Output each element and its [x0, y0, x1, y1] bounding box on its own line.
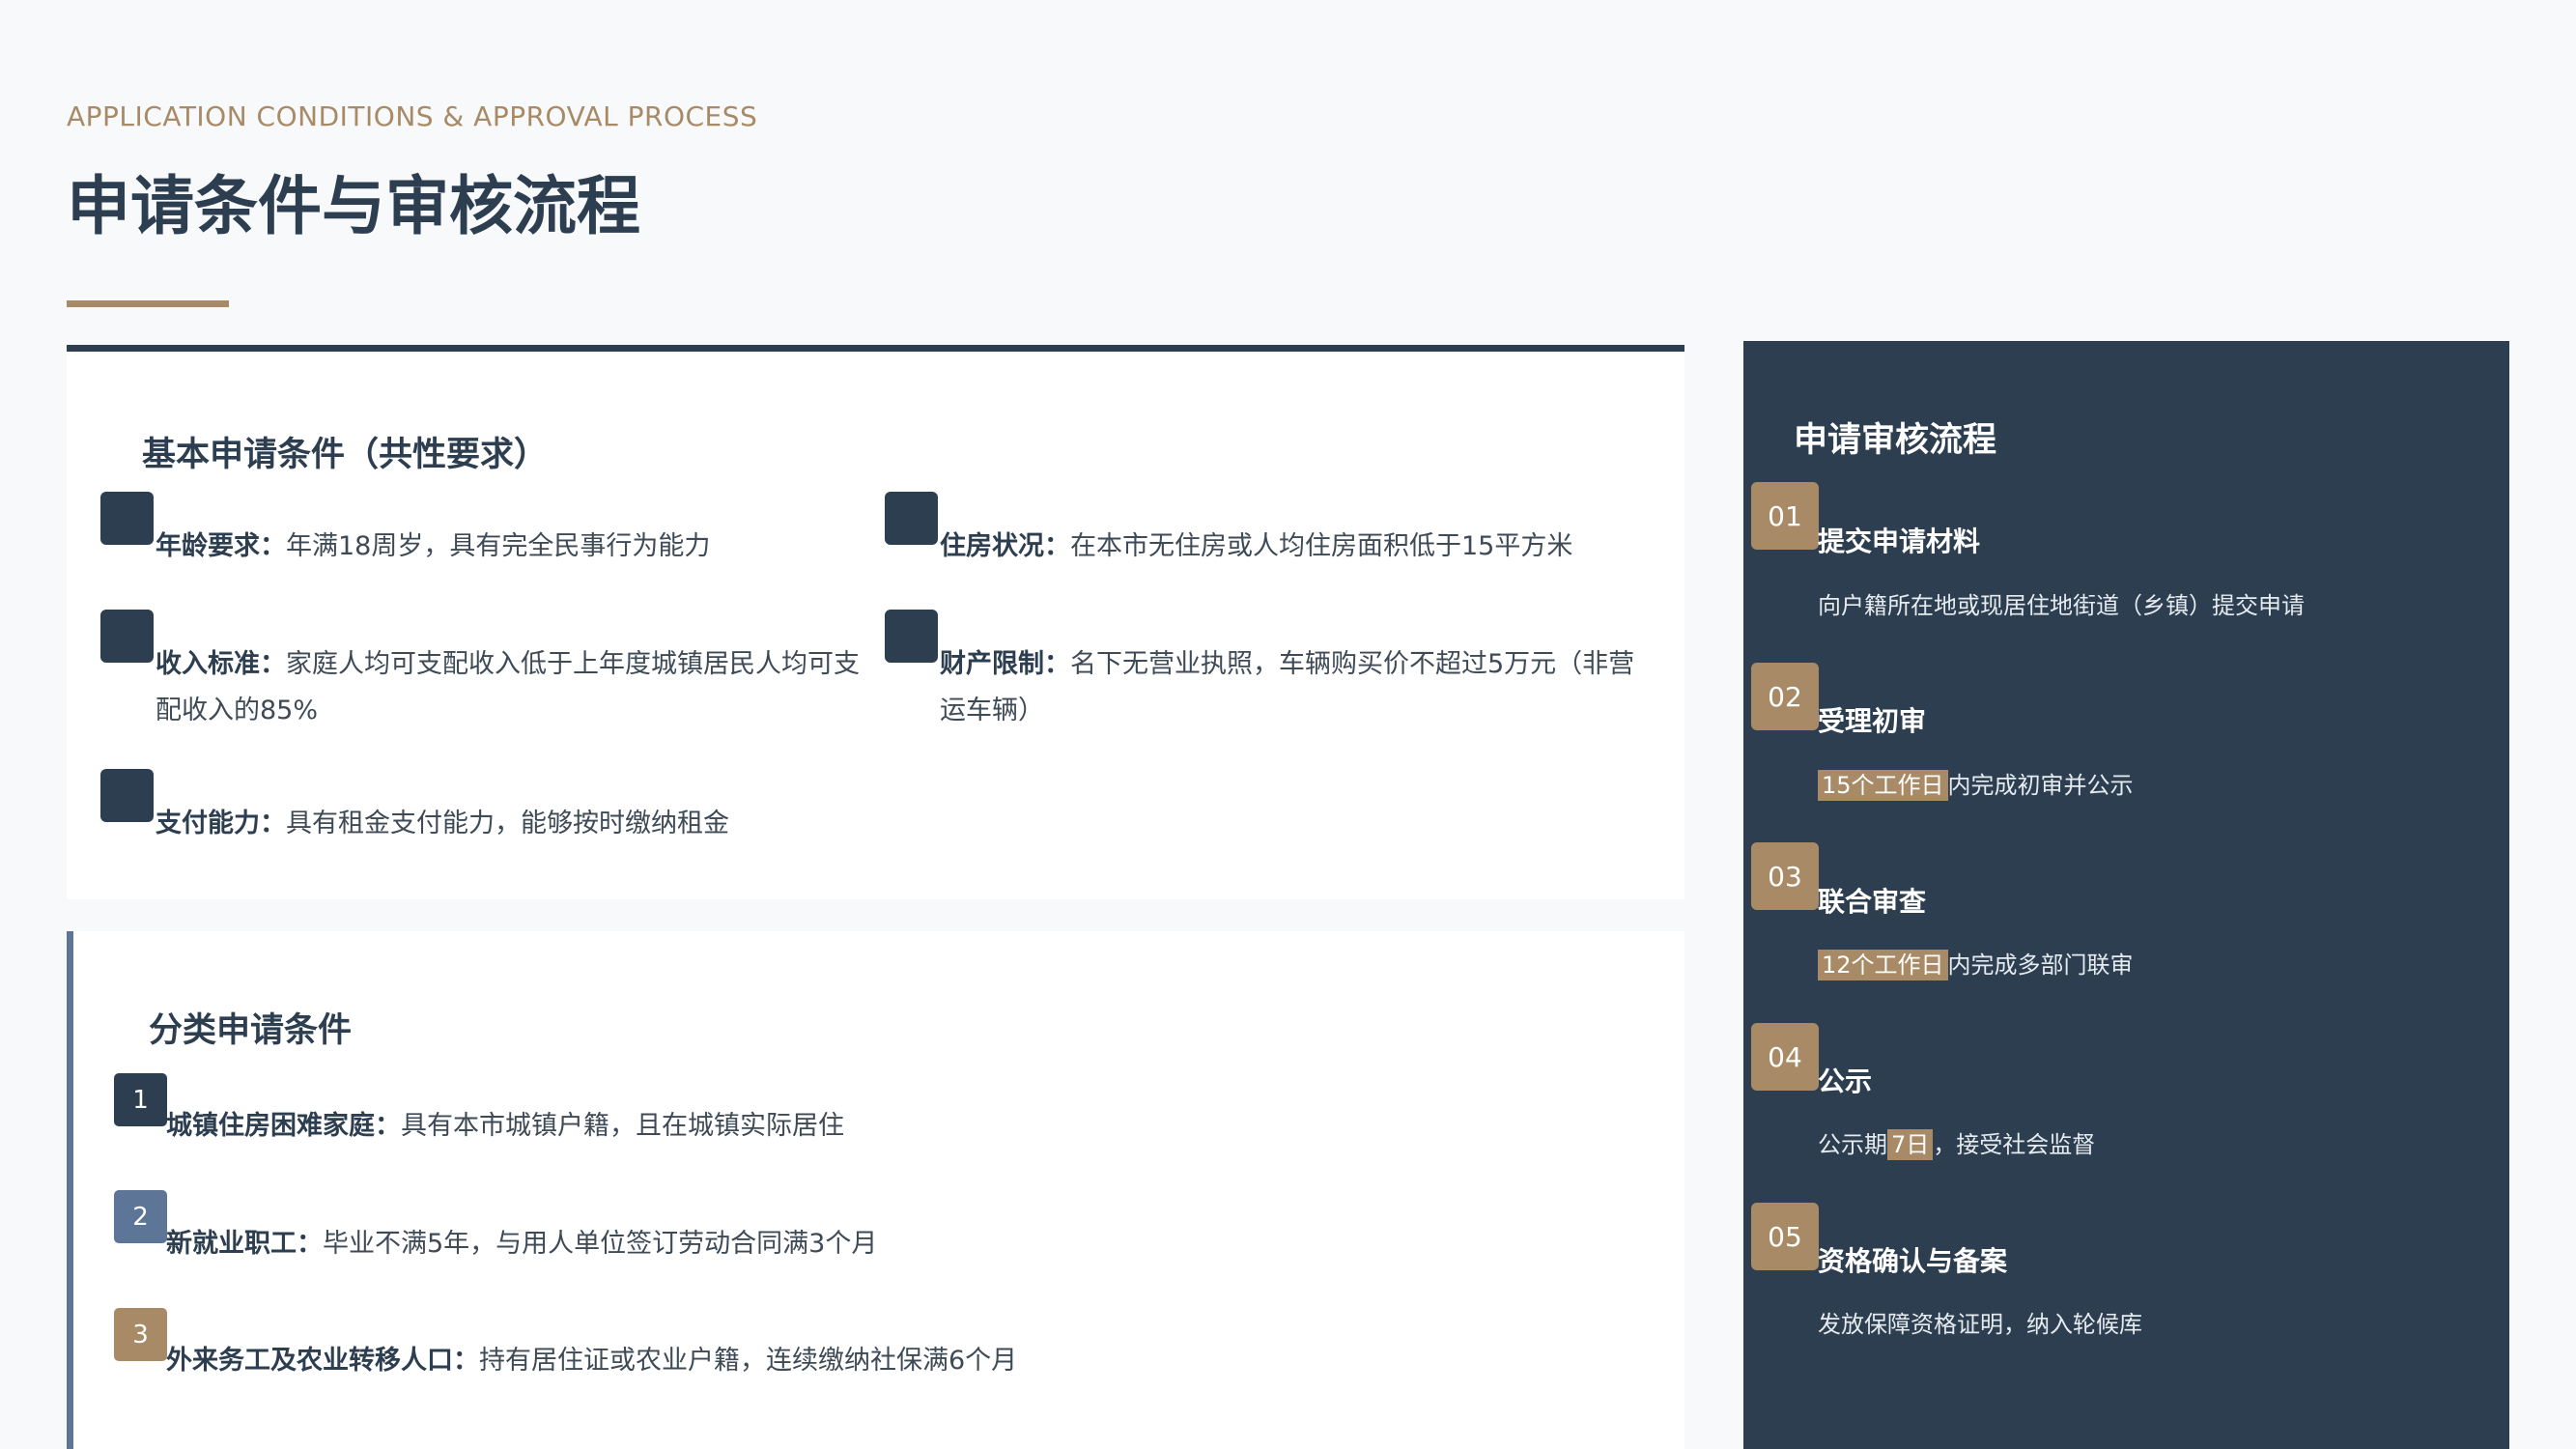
page-title: 申请条件与审核流程	[67, 169, 640, 243]
housing-icon	[885, 492, 938, 545]
category-number-badge: 3	[114, 1308, 167, 1361]
highlight-duration: 7日	[1887, 1129, 1934, 1160]
basic-conditions-heading: 基本申请条件（共性要求）	[142, 436, 549, 474]
highlight-duration: 12个工作日	[1818, 950, 1948, 980]
step-title: 资格确认与备案	[1818, 1245, 2008, 1277]
basic-conditions-card: 基本申请条件（共性要求） 年龄要求：年满18周岁，具有完全民事行为能力 住房状况…	[67, 345, 1684, 899]
category-item: 外来务工及农业转移人口：持有居住证或农业户籍，连续缴纳社保满6个月	[166, 1346, 1018, 1376]
eyebrow-text: APPLICATION CONDITIONS & APPROVAL PROCES…	[67, 100, 758, 132]
category-conditions-card: 分类申请条件 1 城镇住房困难家庭：具有本市城镇户籍，且在城镇实际居住 2 新就…	[67, 931, 1684, 1449]
category-number-badge: 1	[114, 1073, 167, 1126]
category-number-badge: 2	[114, 1190, 167, 1243]
step-description: 15个工作日 内完成初审并公示	[1818, 766, 2134, 801]
slide: APPLICATION CONDITIONS & APPROVAL PROCES…	[0, 0, 2576, 1449]
step-description: 公示期 7日 ，接受社会监督	[1818, 1129, 2096, 1160]
property-icon	[885, 610, 938, 663]
category-conditions-heading: 分类申请条件	[149, 1011, 353, 1050]
payment-icon	[100, 769, 154, 822]
step-description: 发放保障资格证明，纳入轮候库	[1818, 1311, 2142, 1338]
step-title: 联合审查	[1818, 886, 1927, 918]
step-number-badge: 05	[1751, 1203, 1819, 1270]
condition-property: 财产限制：名下无营业执照，车辆购买价不超过5万元（非营运车辆）	[940, 649, 1635, 725]
category-item: 城镇住房困难家庭：具有本市城镇户籍，且在城镇实际居住	[166, 1111, 844, 1141]
age-icon	[100, 492, 154, 545]
step-number-badge: 02	[1751, 663, 1819, 730]
condition-age: 年龄要求：年满18周岁，具有完全民事行为能力	[156, 531, 711, 561]
step-number-badge: 04	[1751, 1023, 1819, 1091]
step-title: 公示	[1818, 1065, 1873, 1097]
title-underline	[67, 300, 229, 307]
process-panel: 申请审核流程 01 提交申请材料 向户籍所在地或现居住地街道（乡镇）提交申请 0…	[1743, 341, 2509, 1449]
step-title: 提交申请材料	[1818, 526, 1981, 557]
condition-payment: 支付能力：具有租金支付能力，能够按时缴纳租金	[156, 809, 729, 838]
condition-housing: 住房状况：在本市无住房或人均住房面积低于15平方米	[940, 531, 1573, 561]
income-icon	[100, 610, 154, 663]
step-number-badge: 03	[1751, 842, 1819, 910]
step-number-badge: 01	[1751, 482, 1819, 550]
step-description: 12个工作日 内完成多部门联审	[1818, 946, 2134, 980]
process-heading: 申请审核流程	[1794, 421, 1997, 460]
step-title: 受理初审	[1818, 705, 1927, 737]
condition-income: 收入标准：家庭人均可支配收入低于上年度城镇居民人均可支配收入的85%	[156, 649, 860, 725]
step-description: 向户籍所在地或现居住地街道（乡镇）提交申请	[1818, 592, 2305, 619]
highlight-duration: 15个工作日	[1818, 770, 1948, 801]
category-item: 新就业职工：毕业不满5年，与用人单位签订劳动合同满3个月	[166, 1229, 878, 1259]
